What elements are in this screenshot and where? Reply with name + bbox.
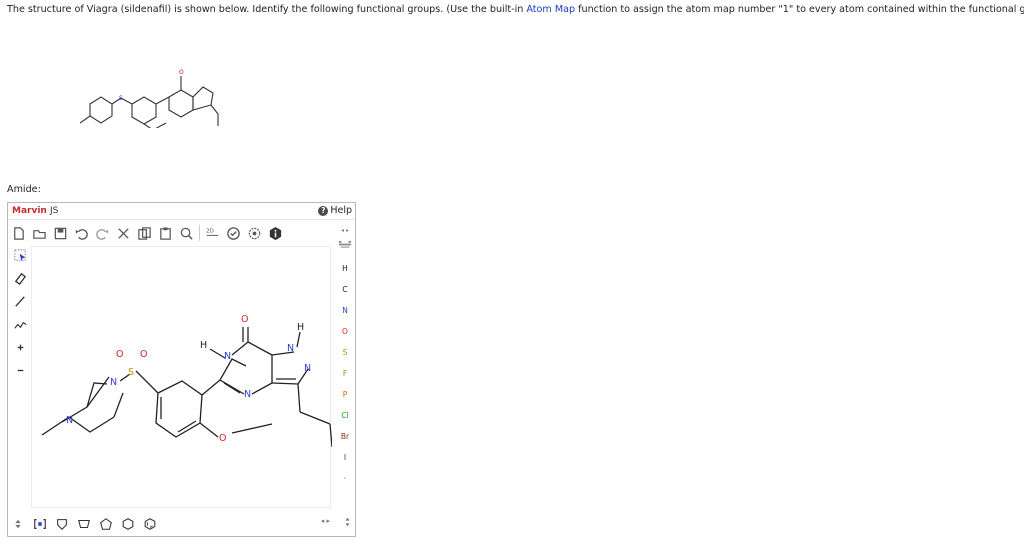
element-n[interactable]: N [336, 300, 354, 321]
atom-map-link[interactable]: Atom Map [526, 4, 575, 15]
preview-oxygen: O [179, 69, 184, 76]
bottom-stepper-icon[interactable] [344, 517, 351, 529]
zoom-icon[interactable] [178, 225, 195, 242]
undo-icon[interactable] [73, 225, 90, 242]
marvin-editor[interactable]: Marvin JS ? Help 2D N N S O O O O N N N … [7, 202, 356, 537]
structure-preview-image: S O [79, 58, 230, 131]
copy-icon[interactable] [136, 225, 153, 242]
cyclohexane-icon[interactable] [120, 516, 136, 532]
atom-o[interactable]: O [140, 349, 147, 360]
atom-o[interactable]: O [219, 433, 226, 444]
element-c[interactable]: C [336, 279, 354, 300]
cyclobutane-icon[interactable] [76, 516, 92, 532]
element-f[interactable]: F [336, 363, 354, 384]
question-text: The structure of Viagra (sildenafil) is … [7, 4, 1024, 15]
toolbar-separator [199, 225, 200, 241]
sildenafil-structure: N N S O O O O N N N N H H [41, 314, 333, 448]
cyclopentane-icon[interactable] [98, 516, 114, 532]
sildenafil-preview-drawing: S O [79, 69, 219, 131]
clean-2d-icon[interactable]: 2D [204, 225, 221, 242]
cut-icon[interactable] [115, 225, 132, 242]
atom-s[interactable]: S [128, 367, 134, 378]
new-document-icon[interactable] [10, 225, 27, 242]
element-panel: ◂ ▸ H C N O S F P Cl Br I · [336, 225, 354, 489]
save-icon[interactable] [52, 225, 69, 242]
top-toolbar: 2D [10, 222, 284, 244]
bottom-scroll-arrows[interactable]: ◂ ▸ [321, 517, 330, 529]
atom-n[interactable]: N [66, 415, 73, 426]
element-s[interactable]: S [336, 342, 354, 363]
charge-minus-icon[interactable] [11, 362, 29, 379]
check-icon[interactable] [225, 225, 242, 242]
help-button[interactable]: ? Help [318, 205, 352, 216]
panel-scroll-arrows[interactable]: ◂ ▸ [341, 225, 349, 237]
left-toolbar [10, 247, 30, 379]
bracket-icon[interactable] [32, 516, 48, 532]
editor-header: Marvin JS ? Help [8, 203, 355, 220]
atom-n[interactable]: N [287, 343, 294, 354]
atom-n[interactable]: N [110, 377, 117, 388]
preview-sulfur: S [119, 95, 123, 102]
charge-plus-icon[interactable] [11, 339, 29, 356]
atom-h[interactable]: H [297, 322, 304, 333]
chain-icon[interactable] [11, 316, 29, 333]
amide-label: Amide: [7, 184, 41, 195]
svg-text:2D: 2D [206, 228, 214, 234]
bottom-toolbar [10, 514, 158, 534]
erase-icon[interactable] [11, 270, 29, 287]
element-other[interactable]: · [336, 468, 354, 489]
info-icon[interactable] [267, 225, 284, 242]
element-i[interactable]: I [336, 447, 354, 468]
select-icon[interactable] [11, 247, 29, 264]
bottom-right-controls: ◂ ▸ [321, 517, 351, 529]
redo-icon[interactable] [94, 225, 111, 242]
element-p[interactable]: P [336, 384, 354, 405]
bond-icon[interactable] [11, 293, 29, 310]
element-o[interactable]: O [336, 321, 354, 342]
atom-o[interactable]: O [241, 314, 248, 325]
open-icon[interactable] [31, 225, 48, 242]
atom-n[interactable]: N [224, 351, 231, 362]
element-h[interactable]: H [336, 258, 354, 279]
atom-h[interactable]: H [200, 340, 207, 351]
drawing-canvas[interactable]: N N S O O O O N N N N H H [31, 246, 333, 508]
settings-icon[interactable] [246, 225, 263, 242]
help-icon: ? [318, 205, 329, 216]
cyclopropane-icon[interactable] [54, 516, 70, 532]
paste-icon[interactable] [157, 225, 174, 242]
atom-n[interactable]: N [304, 363, 311, 374]
element-br[interactable]: Br [336, 426, 354, 447]
element-cl[interactable]: Cl [336, 405, 354, 426]
periodic-table-icon[interactable] [336, 237, 354, 258]
stepper-icon[interactable] [10, 516, 26, 532]
benzene-icon[interactable] [142, 516, 158, 532]
atom-o[interactable]: O [116, 349, 123, 360]
atom-n[interactable]: N [244, 389, 251, 400]
brand-logo: Marvin JS [12, 206, 59, 216]
